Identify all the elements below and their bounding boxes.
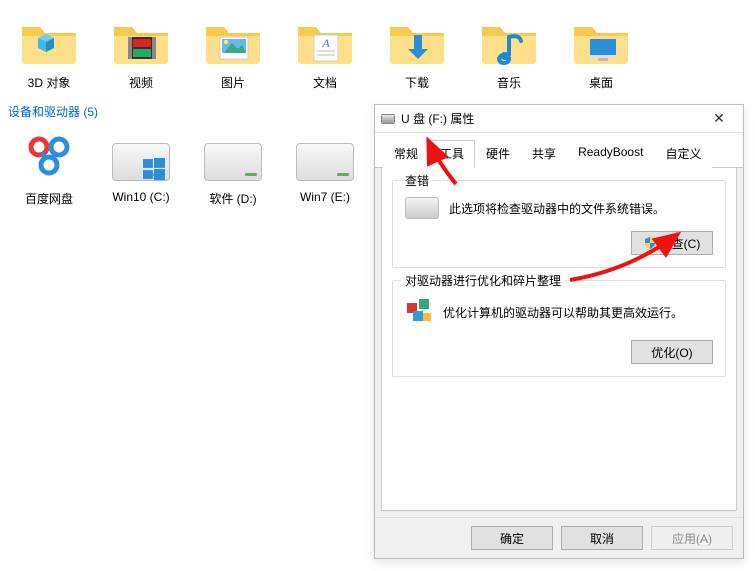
tab-tools[interactable]: 工具 <box>429 140 475 168</box>
close-button[interactable]: ✕ <box>699 107 739 131</box>
tab-strip: 常规 工具 硬件 共享 ReadyBoost 自定义 <box>375 133 743 168</box>
folder-icon <box>19 10 79 70</box>
tab-general[interactable]: 常规 <box>383 140 429 168</box>
folder-icon <box>111 10 171 70</box>
folder-icon <box>387 10 447 70</box>
folder-label: 下载 <box>372 74 462 91</box>
properties-dialog: U 盘 (F:) 属性 ✕ 常规 工具 硬件 共享 ReadyBoost 自定义… <box>374 104 744 559</box>
group-legend: 对驱动器进行优化和碎片整理 <box>401 272 565 289</box>
drive-d[interactable]: 软件 (D:) <box>188 126 278 207</box>
folder-icon <box>571 10 631 70</box>
folder-downloads[interactable]: 下载 <box>372 10 462 91</box>
drive-label: Win10 (C:) <box>96 190 186 204</box>
folder-label: 桌面 <box>556 74 646 91</box>
dialog-button-bar: 确定 取消 应用(A) <box>375 517 743 558</box>
ok-button[interactable]: 确定 <box>471 526 553 550</box>
tab-sharing[interactable]: 共享 <box>521 140 567 168</box>
drive-icon <box>111 126 171 186</box>
folder-documents[interactable]: A 文档 <box>280 10 370 91</box>
folder-music[interactable]: 音乐 <box>464 10 554 91</box>
tab-hardware[interactable]: 硬件 <box>475 140 521 168</box>
svg-text:A: A <box>321 36 330 50</box>
drive-baidu[interactable]: 百度网盘 <box>4 126 94 207</box>
defrag-desc: 优化计算机的驱动器可以帮助其更高效运行。 <box>443 304 713 321</box>
drive-icon <box>405 197 439 219</box>
folder-icon: A <box>295 10 355 70</box>
tab-content: 查错 此选项将检查驱动器中的文件系统错误。 检查(C) <box>381 168 737 511</box>
tab-customize[interactable]: 自定义 <box>654 140 712 168</box>
user-folders-row: 3D 对象 视频 <box>4 10 755 99</box>
apply-button[interactable]: 应用(A) <box>651 526 733 550</box>
defrag-group: 对驱动器进行优化和碎片整理 优化计算机的驱动器可以帮助其更高效运行。 优化(O) <box>392 280 726 377</box>
titlebar[interactable]: U 盘 (F:) 属性 ✕ <box>375 105 743 133</box>
folder-label: 3D 对象 <box>4 74 94 91</box>
drive-label: 百度网盘 <box>4 190 94 207</box>
folder-icon <box>203 10 263 70</box>
uac-shield-icon <box>644 237 656 249</box>
error-check-group: 查错 此选项将检查驱动器中的文件系统错误。 检查(C) <box>392 180 726 268</box>
optimize-button[interactable]: 优化(O) <box>631 340 713 364</box>
drive-label: 软件 (D:) <box>188 190 278 207</box>
dialog-title: U 盘 (F:) 属性 <box>401 110 699 127</box>
group-legend: 查错 <box>401 172 433 189</box>
tab-readyboost[interactable]: ReadyBoost <box>567 140 654 168</box>
drive-c[interactable]: Win10 (C:) <box>96 126 186 207</box>
folder-label: 图片 <box>188 74 278 91</box>
cancel-button[interactable]: 取消 <box>561 526 643 550</box>
folder-3d-objects[interactable]: 3D 对象 <box>4 10 94 91</box>
folder-pictures[interactable]: 图片 <box>188 10 278 91</box>
folder-label: 视频 <box>96 74 186 91</box>
folder-label: 文档 <box>280 74 370 91</box>
folder-desktop[interactable]: 桌面 <box>556 10 646 91</box>
check-button-label: 检查(C) <box>660 235 701 252</box>
folder-videos[interactable]: 视频 <box>96 10 186 91</box>
folder-icon <box>479 10 539 70</box>
drive-e[interactable]: Win7 (E:) <box>280 126 370 207</box>
error-check-desc: 此选项将检查驱动器中的文件系统错误。 <box>449 200 713 217</box>
optimize-button-label: 优化(O) <box>651 344 692 361</box>
defrag-icon <box>405 297 433 328</box>
drive-label: Win7 (E:) <box>280 190 370 204</box>
drive-icon <box>295 126 355 186</box>
folder-label: 音乐 <box>464 74 554 91</box>
drive-small-icon <box>381 114 395 124</box>
baidu-icon <box>19 126 79 186</box>
check-button[interactable]: 检查(C) <box>631 231 713 255</box>
drive-icon <box>203 126 263 186</box>
